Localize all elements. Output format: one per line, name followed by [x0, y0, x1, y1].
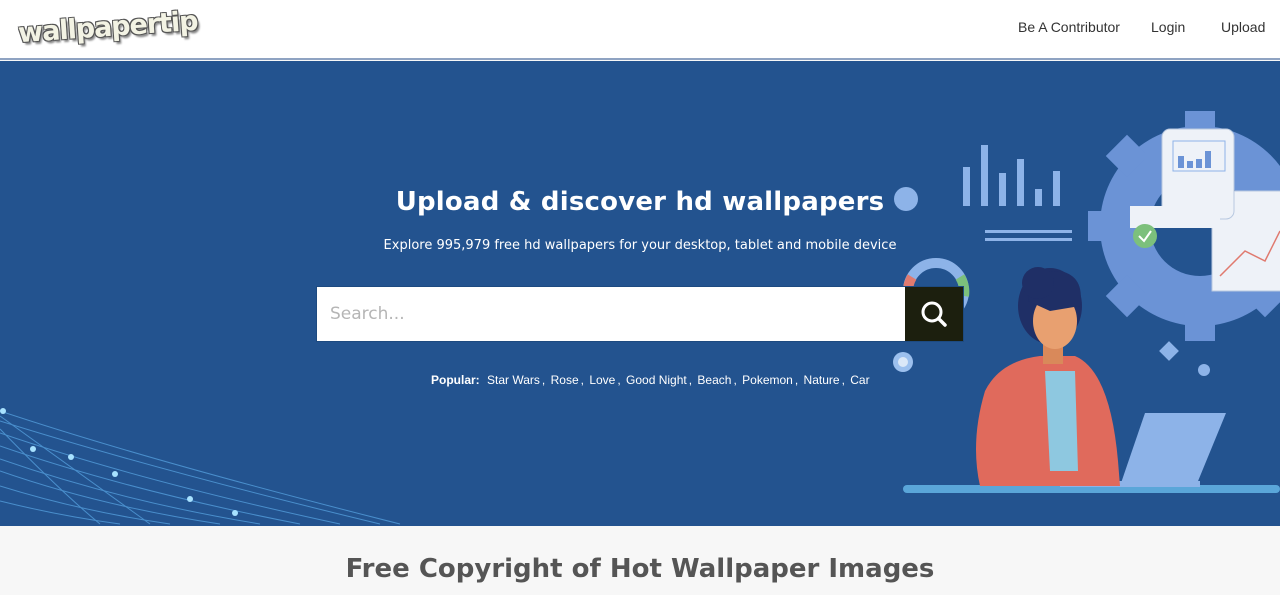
- popular-tag-love[interactable]: Love: [589, 373, 615, 387]
- hero-banner: Upload & discover hd wallpapers Explore …: [0, 61, 1280, 526]
- popular-label: Popular:: [431, 373, 480, 387]
- search-icon: [921, 301, 947, 327]
- person-decoration: [976, 267, 1120, 486]
- network-lines-decoration: [0, 410, 401, 525]
- search-bar: [317, 287, 963, 341]
- nav-upload[interactable]: Upload: [1221, 19, 1265, 35]
- hero-subtitle: Explore 995,979 free hd wallpapers for y…: [383, 238, 897, 253]
- laptop-decoration: [1120, 413, 1226, 486]
- site-header: wallpapertip Be A Contributor Login Uplo…: [0, 0, 1280, 60]
- search-button[interactable]: [905, 287, 963, 341]
- hero-title: Upload & discover hd wallpapers: [395, 187, 885, 217]
- popular-searches: Popular: Star Wars, Rose, Love, Good Nig…: [431, 373, 870, 387]
- popular-tag-star-wars[interactable]: Star Wars: [487, 373, 540, 387]
- section-title: Free Copyright of Hot Wallpaper Images: [345, 554, 935, 584]
- site-logo[interactable]: wallpapertip: [17, 6, 198, 49]
- search-input[interactable]: [317, 287, 905, 341]
- popular-tag-car[interactable]: Car: [850, 373, 869, 387]
- popular-tag-good-night[interactable]: Good Night: [626, 373, 687, 387]
- nav-login[interactable]: Login: [1151, 19, 1185, 35]
- popular-tag-nature[interactable]: Nature: [804, 373, 840, 387]
- popular-tag-beach[interactable]: Beach: [697, 373, 731, 387]
- popular-tag-rose[interactable]: Rose: [551, 373, 579, 387]
- nav-be-a-contributor[interactable]: Be A Contributor: [1018, 19, 1120, 35]
- network-nodes-decoration: [0, 408, 238, 516]
- popular-tag-pokemon[interactable]: Pokemon: [742, 373, 793, 387]
- content-section: Free Copyright of Hot Wallpaper Images: [0, 526, 1280, 595]
